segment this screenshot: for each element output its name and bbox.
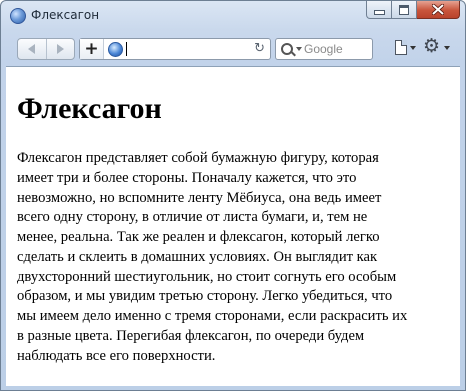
minimize-button[interactable]	[366, 1, 392, 19]
browser-window: Флексагон + ↻ Google ⚙ Флексагон Флексаг…	[0, 0, 466, 391]
close-icon	[432, 4, 444, 15]
search-box[interactable]	[275, 38, 373, 60]
gear-icon: ⚙	[423, 35, 441, 57]
search-engine-dropdown-icon[interactable]	[296, 47, 302, 51]
minimize-icon	[373, 9, 385, 15]
forward-button[interactable]	[45, 39, 75, 59]
search-icon[interactable]	[281, 43, 293, 55]
text-cursor	[126, 42, 127, 56]
new-tab-button[interactable]: +	[80, 39, 104, 59]
search-input[interactable]	[304, 39, 370, 59]
address-input[interactable]	[128, 39, 246, 59]
browser-logo-icon	[10, 8, 26, 24]
history-buttons	[17, 38, 75, 60]
close-button[interactable]	[417, 1, 460, 19]
address-bar[interactable]: + ↻	[79, 38, 271, 60]
reload-icon[interactable]: ↻	[254, 41, 265, 57]
navigation-toolbar: + ↻ ⚙	[5, 32, 461, 66]
window-controls	[366, 1, 460, 20]
page-heading: Флексагон	[17, 92, 162, 125]
page-content: Флексагон Флексагон представляет собой б…	[6, 66, 460, 386]
back-arrow-icon	[28, 44, 36, 54]
forward-arrow-icon	[56, 44, 64, 54]
page-menu-button[interactable]	[393, 39, 419, 59]
globe-icon	[108, 42, 123, 57]
page-menu-dropdown-icon	[410, 46, 416, 50]
tools-dropdown-icon	[444, 46, 450, 50]
back-button[interactable]	[18, 39, 46, 59]
tools-menu-button[interactable]: ⚙	[423, 35, 453, 59]
page-paragraph: Флексагон представляет собой бумажную фи…	[17, 150, 408, 364]
title-bar[interactable]: Флексагон	[1, 1, 465, 31]
maximize-button[interactable]	[392, 1, 417, 19]
page-icon	[395, 40, 407, 55]
window-title: Флексагон	[31, 8, 100, 22]
maximize-icon	[399, 4, 409, 15]
